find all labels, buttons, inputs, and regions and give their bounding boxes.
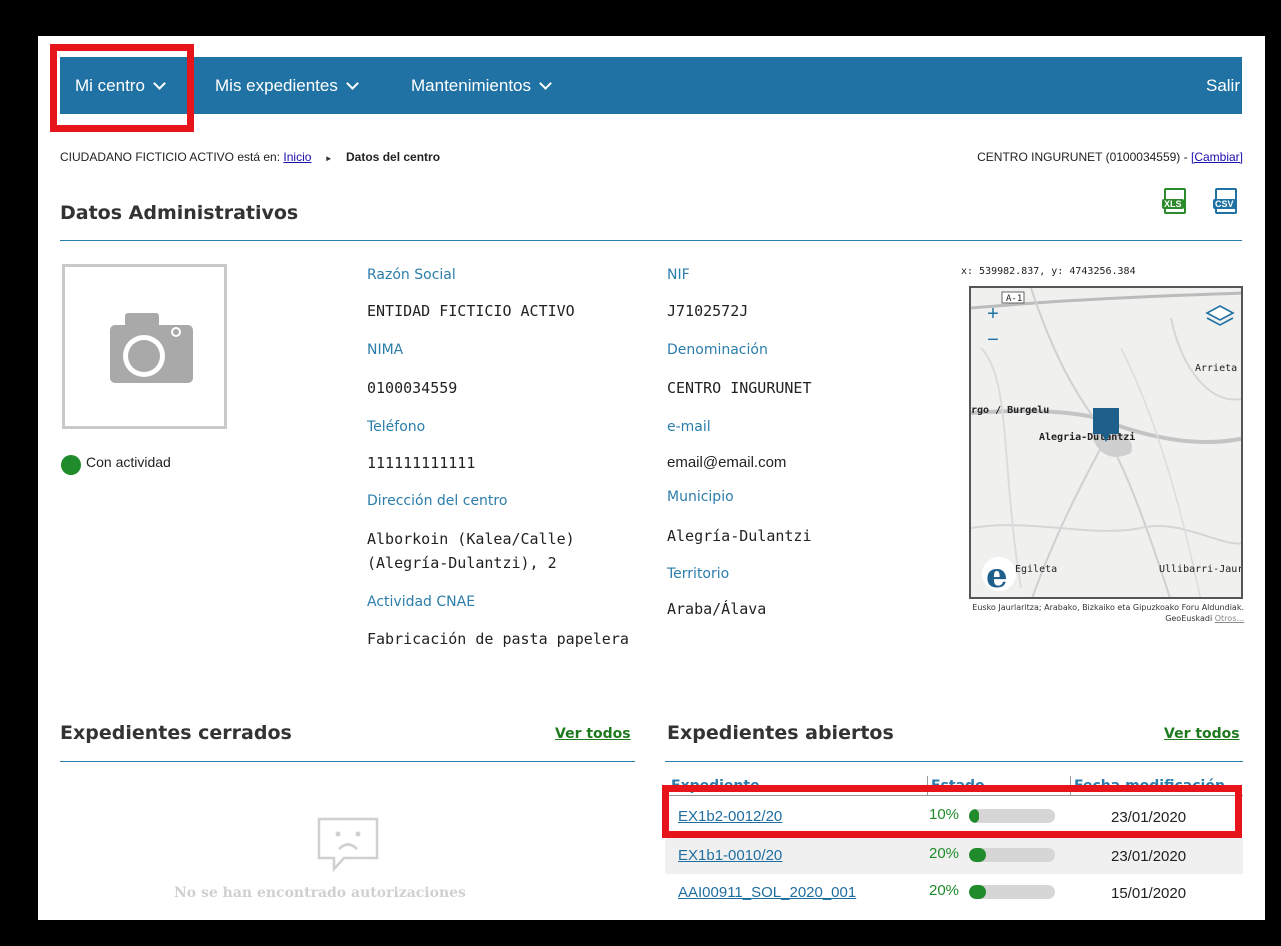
road-label-a1: A-1 xyxy=(1006,294,1022,304)
xls-export-label: XLS xyxy=(1162,199,1184,209)
status-label: Con actividad xyxy=(86,454,171,470)
change-center-link[interactable]: [Cambiar] xyxy=(1191,150,1243,164)
email-value: email@email.com xyxy=(667,454,787,471)
location-map[interactable]: A-1 + − Arrieta rgo / Burgelu Alegria-Du… xyxy=(969,286,1243,599)
admin-section-title: Datos Administrativos xyxy=(60,202,299,224)
col-estado-header[interactable]: Estado xyxy=(931,778,985,794)
progress-percent: 10% xyxy=(929,806,960,823)
map-coordinates: x: 539982.837, y: 4743256.384 xyxy=(961,266,1136,277)
nav-mi-centro-label: Mi centro xyxy=(75,76,145,95)
progress-bar xyxy=(969,809,1055,823)
map-place-egileta: Egileta xyxy=(1015,564,1058,575)
modified-date: 23/01/2020 xyxy=(1111,848,1187,865)
status-active-icon xyxy=(61,455,81,475)
modified-date: 15/01/2020 xyxy=(1111,885,1187,902)
euskadi-logo-icon: e xyxy=(982,556,1016,592)
open-view-all-link[interactable]: Ver todos xyxy=(1164,726,1240,742)
denominacion-label: Denominación xyxy=(667,342,768,358)
progress-bar xyxy=(969,848,1055,862)
nav-mis-expedientes-label: Mis expedientes xyxy=(215,76,338,95)
xls-export-icon[interactable]: XLS xyxy=(1162,188,1186,214)
chevron-down-icon xyxy=(539,77,552,90)
expediente-link[interactable]: EX1b1-0010/20 xyxy=(678,847,782,864)
sad-message-icon xyxy=(317,817,379,872)
cnae-label: Actividad CNAE xyxy=(367,594,476,610)
denominacion-value: CENTRO INGURUNET xyxy=(667,379,812,397)
telefono-value: 111111111111 xyxy=(367,454,476,472)
map-attribution: Eusko Jaurlaritza; Arabako, Bizkaiko eta… xyxy=(958,602,1244,624)
municipio-value: Alegría-Dulantzi xyxy=(667,527,812,545)
breadcrumb-separator-icon: ► xyxy=(324,154,333,163)
direccion-label: Dirección del centro xyxy=(367,493,508,509)
center-selector: CENTRO INGURUNET (0100034559) - [Cambiar… xyxy=(977,150,1243,164)
direccion-line2: (Alegría-Dulantzi), 2 xyxy=(367,554,557,572)
razon-social-label: Razón Social xyxy=(367,267,456,283)
direccion-line1: Alborkoin (Kalea/Calle) xyxy=(367,530,575,548)
table-row[interactable]: EX1b1-0010/20 20% 23/01/2020 xyxy=(665,838,1243,874)
nima-value: 0100034559 xyxy=(367,379,458,397)
telefono-label: Teléfono xyxy=(367,419,426,435)
zoom-in-button[interactable]: + xyxy=(983,304,1003,326)
territorio-label: Territorio xyxy=(667,566,730,582)
top-navbar: Mi centro Mis expedientes Mantenimientos… xyxy=(60,57,1242,114)
nav-mantenimientos[interactable]: Mantenimientos xyxy=(411,57,552,114)
map-place-ullibarri: Ullibarri-Jaur xyxy=(1159,564,1243,575)
email-label: e-mail xyxy=(667,419,711,435)
map-attribution-link[interactable]: Otros... xyxy=(1215,614,1244,623)
layers-icon[interactable] xyxy=(1205,304,1235,330)
csv-export-icon[interactable]: CSV xyxy=(1213,188,1237,214)
nima-label: NIMA xyxy=(367,342,404,358)
razon-social-value: ENTIDAD FICTICIO ACTIVO xyxy=(367,302,575,320)
map-place-burgelu: rgo / Burgelu xyxy=(971,405,1050,416)
open-divider xyxy=(665,761,1243,762)
nif-label: NIF xyxy=(667,267,690,283)
breadcrumb: CIUDADANO FICTICIO ACTIVO está en: Inici… xyxy=(60,150,440,164)
current-center-label: CENTRO INGURUNET (0100034559) - xyxy=(977,150,1188,164)
chevron-down-icon xyxy=(345,77,359,90)
cnae-value: Fabricación de pasta papelera xyxy=(367,630,629,648)
table-row[interactable]: AAI00911_SOL_2020_001 20% 15/01/2020 xyxy=(665,875,1243,911)
expediente-link[interactable]: EX1b2-0012/20 xyxy=(678,808,782,825)
page-content: Mi centro Mis expedientes Mantenimientos… xyxy=(38,36,1265,920)
breadcrumb-current: Datos del centro xyxy=(346,150,441,164)
column-divider xyxy=(927,776,928,795)
municipio-label: Municipio xyxy=(667,489,734,505)
closed-divider xyxy=(60,761,635,762)
closed-view-all-link[interactable]: Ver todos xyxy=(555,726,631,742)
closed-files-title: Expedientes cerrados xyxy=(60,722,292,744)
open-files-title: Expedientes abiertos xyxy=(667,722,894,744)
progress-bar-fill xyxy=(969,809,980,823)
map-place-arrieta: Arrieta xyxy=(1195,363,1238,374)
progress-percent: 20% xyxy=(929,882,960,899)
nav-mi-centro[interactable]: Mi centro xyxy=(75,57,166,114)
territorio-value: Araba/Álava xyxy=(667,600,767,618)
center-photo xyxy=(62,264,227,429)
empty-closed-message: No se han encontrado autorizaciones xyxy=(174,885,466,901)
camera-icon xyxy=(110,313,193,383)
breadcrumb-prefix: CIUDADANO FICTICIO ACTIVO está en: xyxy=(60,150,281,164)
column-divider xyxy=(1070,776,1071,795)
expediente-link[interactable]: AAI00911_SOL_2020_001 xyxy=(678,884,856,901)
table-row[interactable]: EX1b2-0012/20 10% 23/01/2020 xyxy=(665,799,1243,835)
progress-percent: 20% xyxy=(929,845,960,862)
open-table-header: Expediente Estado Fecha modificación xyxy=(665,774,1243,796)
csv-export-label: CSV xyxy=(1213,199,1236,209)
progress-bar-fill xyxy=(969,848,987,862)
nif-value: J7102572J xyxy=(667,302,749,320)
col-expediente-header[interactable]: Expediente xyxy=(671,778,760,794)
progress-bar-fill xyxy=(969,885,987,899)
modified-date: 23/01/2020 xyxy=(1111,809,1187,826)
map-attribution-text: Eusko Jaurlaritza; Arabako, Bizkaiko eta… xyxy=(972,603,1244,623)
nav-mantenimientos-label: Mantenimientos xyxy=(411,76,532,95)
section-divider xyxy=(60,240,1242,241)
chevron-down-icon xyxy=(153,77,166,90)
zoom-out-button[interactable]: − xyxy=(983,330,1003,352)
nav-mis-expedientes[interactable]: Mis expedientes xyxy=(215,57,359,114)
progress-bar xyxy=(969,885,1055,899)
col-fecha-header[interactable]: Fecha modificación xyxy=(1074,778,1225,794)
breadcrumb-home-link[interactable]: Inicio xyxy=(283,150,311,164)
map-marker-icon[interactable] xyxy=(1091,406,1121,446)
logout-link[interactable]: Salir xyxy=(1206,57,1240,114)
svg-text:e: e xyxy=(986,556,1008,592)
